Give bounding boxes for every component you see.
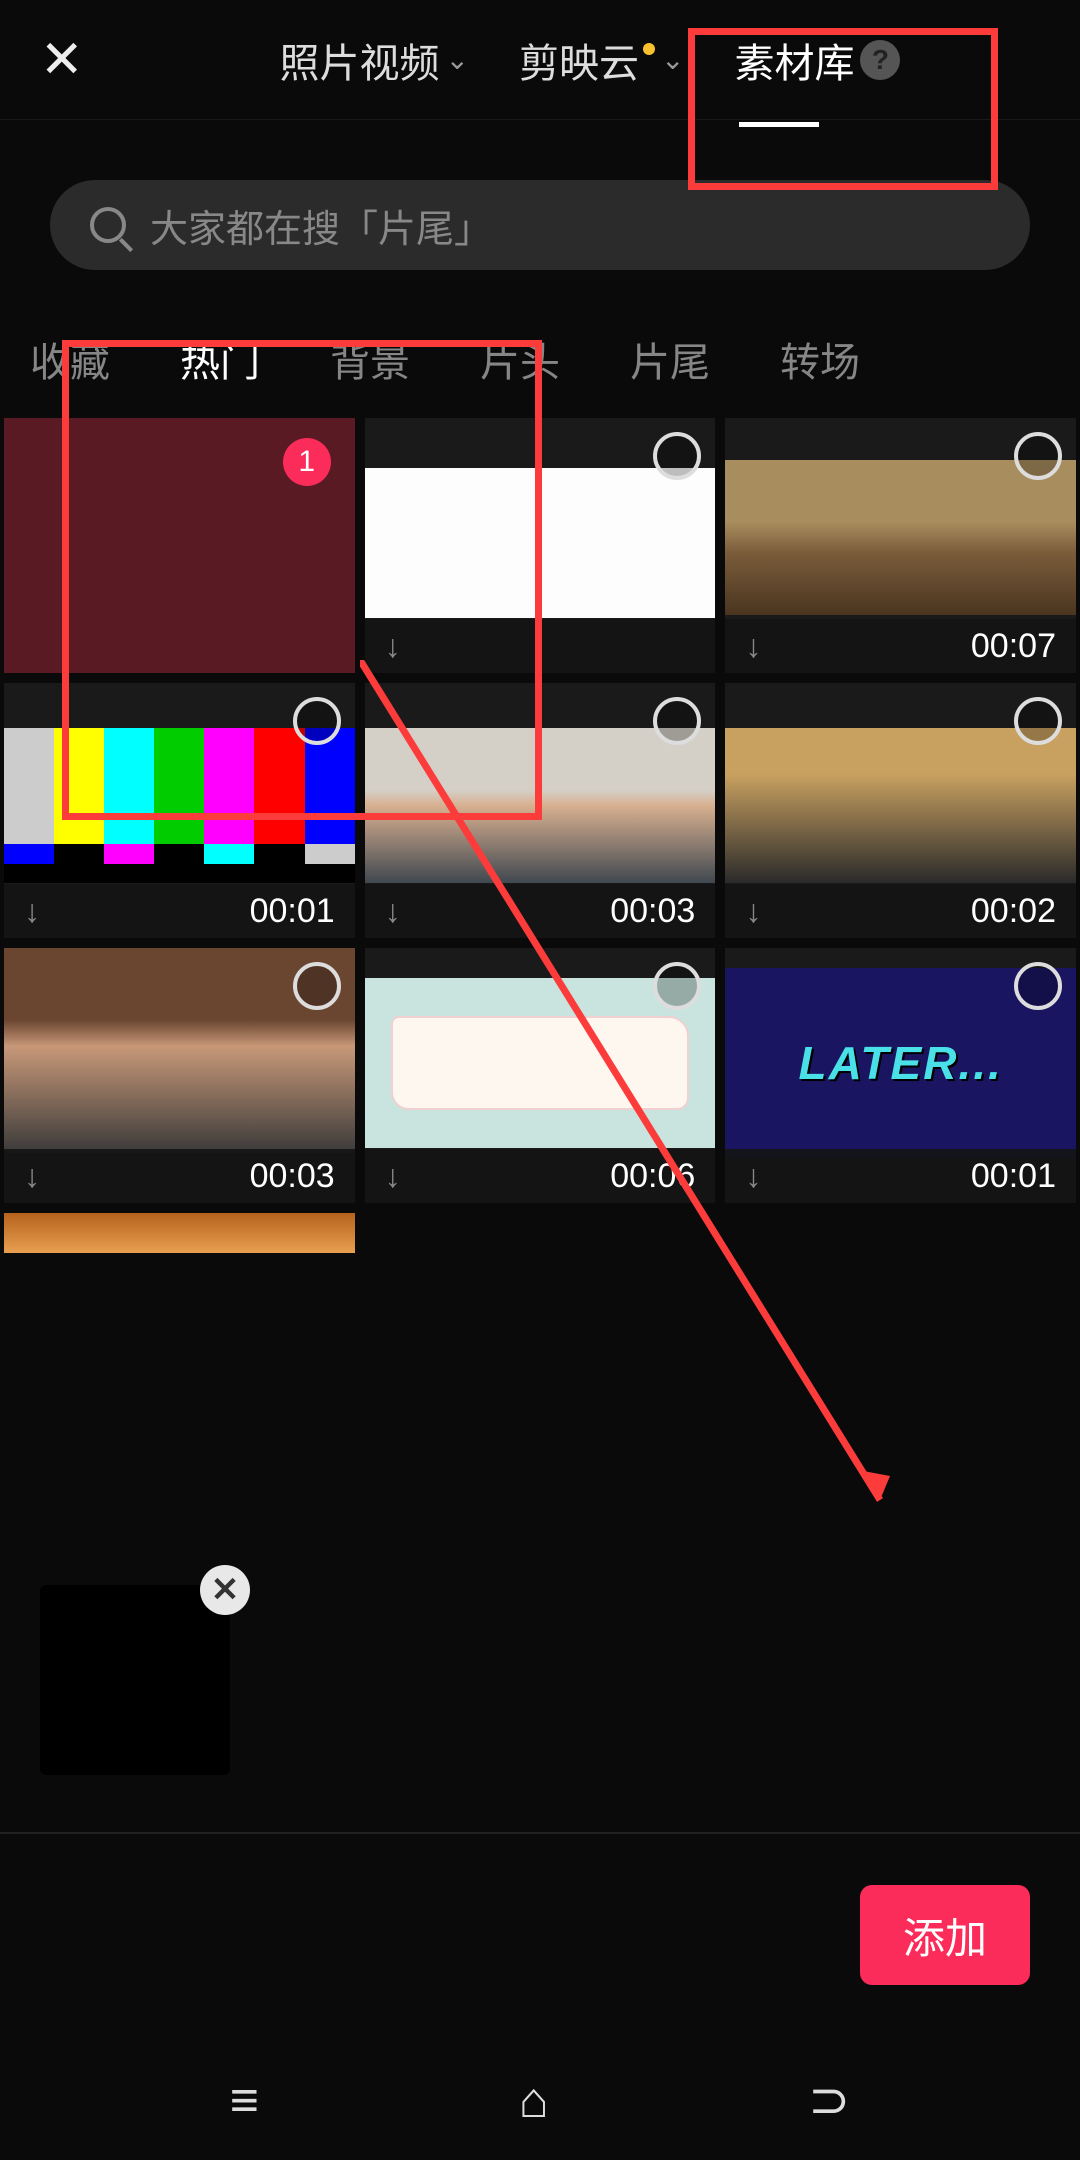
download-icon[interactable]: ↓ <box>24 1158 40 1195</box>
selected-item[interactable]: ✕ <box>40 1585 230 1775</box>
material-cell[interactable]: ↓ 00:03 <box>4 948 355 1203</box>
material-cell[interactable] <box>4 1213 355 1253</box>
tab-photos-videos[interactable]: 照片视频 ⌄ <box>280 31 469 89</box>
duration-text: 00:07 <box>971 627 1056 666</box>
duration-text: 00:01 <box>971 1157 1056 1196</box>
annotation-box <box>62 340 542 820</box>
tab-label: 剪映云 <box>519 31 639 89</box>
cell-footer: ↓ 00:01 <box>725 1149 1076 1203</box>
notification-dot-icon <box>643 43 655 55</box>
select-circle-icon[interactable] <box>653 962 701 1010</box>
selection-tray: ✕ <box>0 1555 1080 1845</box>
close-icon[interactable]: ✕ <box>40 30 100 90</box>
download-icon[interactable]: ↓ <box>385 1158 401 1195</box>
select-circle-icon[interactable] <box>1014 962 1062 1010</box>
duration-text: 00:03 <box>610 892 695 931</box>
duration-text: 00:03 <box>250 1157 335 1196</box>
download-icon[interactable]: ↓ <box>745 628 761 665</box>
cell-footer: ↓ 00:03 <box>365 884 716 938</box>
select-circle-icon[interactable] <box>653 432 701 480</box>
cell-footer: ↓ 00:03 <box>4 1149 355 1203</box>
search-placeholder: 大家都在搜「片尾」 <box>150 198 492 253</box>
remove-selection-icon[interactable]: ✕ <box>200 1565 250 1615</box>
download-icon[interactable]: ↓ <box>745 1158 761 1195</box>
duration-text: 00:01 <box>250 892 335 931</box>
add-button[interactable]: 添加 <box>860 1885 1030 1985</box>
thumbnail <box>4 1213 355 1253</box>
download-icon[interactable]: ↓ <box>385 893 401 930</box>
system-nav-bar: ≡ ⌂ ⊃ <box>0 2040 1080 2160</box>
search-bar[interactable]: 大家都在搜「片尾」 <box>50 180 1030 270</box>
chevron-down-icon: ⌄ <box>446 43 469 76</box>
tab-cloud[interactable]: 剪映云 ⌄ <box>519 31 684 89</box>
annotation-box <box>688 28 998 190</box>
download-icon[interactable]: ↓ <box>745 893 761 930</box>
back-icon[interactable]: ⊃ <box>808 2071 850 2129</box>
divider <box>0 1832 1080 1834</box>
cell-footer: ↓ 00:06 <box>365 1149 716 1203</box>
later-text: LATER... <box>799 1036 1003 1090</box>
cell-footer: ↓ 00:07 <box>725 619 1076 673</box>
chevron-down-icon: ⌄ <box>661 43 684 76</box>
select-circle-icon[interactable] <box>1014 697 1062 745</box>
select-circle-icon[interactable] <box>293 962 341 1010</box>
menu-icon[interactable]: ≡ <box>230 2071 259 2129</box>
material-cell[interactable]: ↓ 00:06 <box>365 948 716 1203</box>
tab-label: 照片视频 <box>280 31 440 89</box>
cat-outro[interactable]: 片尾 <box>630 330 710 388</box>
cell-footer: ↓ 00:02 <box>725 884 1076 938</box>
material-cell[interactable]: ↓ 00:07 <box>725 418 1076 673</box>
material-cell[interactable]: LATER... ↓ 00:01 <box>725 948 1076 1203</box>
select-circle-icon[interactable] <box>1014 432 1062 480</box>
thumbnail <box>725 728 1076 883</box>
material-cell[interactable]: ↓ 00:02 <box>725 683 1076 938</box>
download-icon[interactable]: ↓ <box>24 893 40 930</box>
duration-text: 00:06 <box>610 1157 695 1196</box>
select-circle-icon[interactable] <box>653 697 701 745</box>
thumbnail <box>725 460 1076 615</box>
search-icon <box>90 207 126 243</box>
home-icon[interactable]: ⌂ <box>519 2071 549 2129</box>
cat-transition[interactable]: 转场 <box>780 330 860 388</box>
duration-text: 00:02 <box>971 892 1056 931</box>
cell-footer: ↓ 00:01 <box>4 884 355 938</box>
